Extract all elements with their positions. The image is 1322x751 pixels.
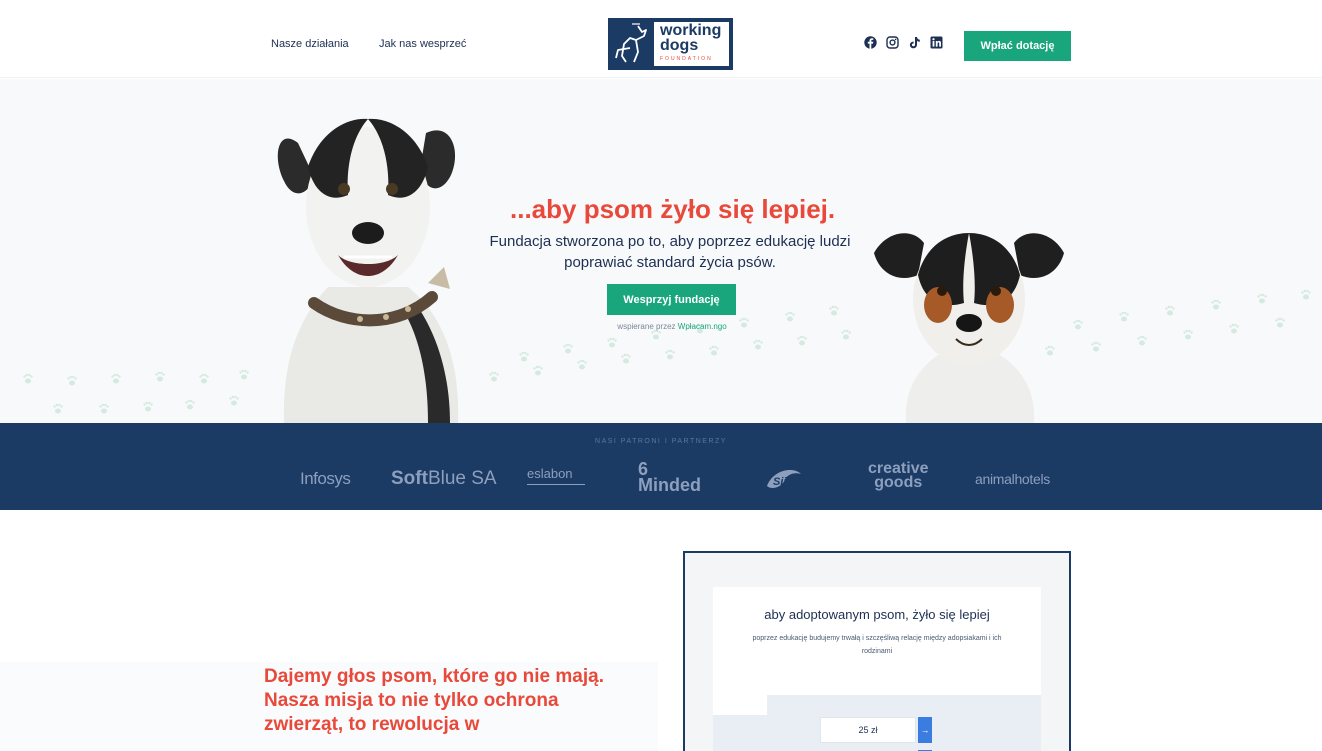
donate-button[interactable]: Wpłać dotację [964, 31, 1071, 61]
working-dogs-logo[interactable]: working dogs FOUNDATION [608, 18, 733, 70]
widget-description: poprzez edukację budujemy trwałą i szczę… [752, 635, 1002, 655]
partners-band: NASI PATRONI I PARTNERZY Infosys SoftBlu… [0, 423, 1322, 510]
partner-logo-sii[interactable]: Sii [763, 468, 803, 490]
donation-amount-field[interactable]: 25 zł [820, 717, 916, 743]
partners-title: NASI PATRONI I PARTNERZY [595, 438, 727, 445]
nav-link-our-activities[interactable]: Nasze działania [271, 38, 349, 50]
instagram-icon[interactable] [886, 36, 899, 49]
hero-title: ...aby psom żyło się lepiej. [510, 194, 836, 224]
widget-title: aby adoptowanym psom, żyło się lepiej [764, 607, 990, 622]
eslabon-underline [527, 484, 585, 488]
partner-logo-softblue[interactable]: SoftBlue SA [391, 468, 497, 490]
wplacam-ngo-link[interactable]: Wpłacam.ngo [678, 322, 727, 331]
dog-photo-left [277, 118, 459, 423]
logo-text-panel: working dogs FOUNDATION [654, 22, 729, 66]
hero-subtitle: Fundacja stworzona po to, aby poprzez ed… [489, 233, 851, 271]
facebook-icon[interactable] [864, 36, 877, 49]
widget-tab [713, 695, 767, 715]
linkedin-icon[interactable] [930, 36, 943, 49]
site-header: Nasze działania Jak nas wesprzeć working… [0, 0, 1322, 78]
supported-by-prefix: wspierane przez [617, 322, 676, 331]
sixminded-word: Minded [638, 475, 701, 495]
goods-word: goods [874, 474, 923, 491]
partner-logo-eslabon[interactable]: eslabon [527, 466, 585, 488]
mission-statement: Dajemy głos psom, które go nie mają. Nas… [264, 666, 604, 735]
partner-logo-creative-goods[interactable]: creative goods [868, 461, 929, 491]
partner-logo-6minded[interactable]: 6 Minded [638, 460, 701, 495]
dog-logo-icon [615, 23, 647, 63]
logo-text-dogs: dogs [660, 37, 699, 54]
hero-section: ...aby psom żyło się lepiej. Fundacja st… [0, 79, 1322, 423]
nav-link-how-to-support[interactable]: Jak nas wesprzeć [379, 38, 466, 50]
supported-by-text: wspierane przez Wpłacam.ngo [560, 322, 784, 331]
mission-section: Dajemy głos psom, które go nie mają. Nas… [0, 510, 1322, 751]
logo-text-foundation: FOUNDATION [660, 56, 713, 62]
dog-photo-right [874, 233, 1064, 423]
donation-widget: aby adoptowanym psom, żyło się lepiej po… [683, 551, 1071, 751]
softblue-rest-text: Blue SA [427, 468, 497, 489]
eslabon-text: eslabon [527, 466, 573, 481]
softblue-bold-text: Soft [391, 468, 428, 489]
partner-logo-animalhotels[interactable]: animalhotels [975, 471, 1050, 487]
donation-card: aby adoptowanym psom, żyło się lepiej po… [713, 587, 1041, 751]
amount-next-button[interactable]: → [918, 717, 932, 743]
partner-logo-infosys[interactable]: Infosys [300, 469, 351, 489]
tiktok-icon[interactable] [908, 36, 921, 49]
support-foundation-button[interactable]: Wesprzyj fundację [607, 284, 736, 315]
svg-text:Sii: Sii [773, 476, 787, 488]
